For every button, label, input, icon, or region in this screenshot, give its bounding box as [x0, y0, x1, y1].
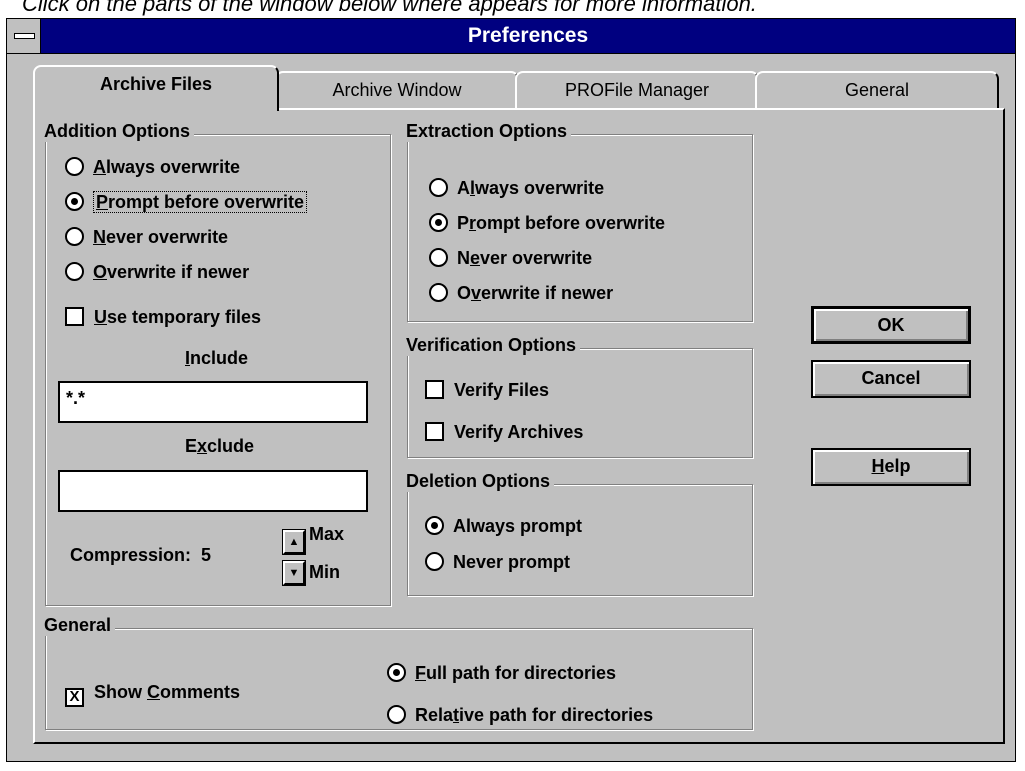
verify-archives-checkbox[interactable]: Verify Archives: [425, 420, 583, 444]
checkbox-icon: [425, 422, 444, 441]
deletion-options-group: Deletion Options: [406, 471, 753, 596]
checkbox-icon: [65, 307, 84, 326]
system-menu-icon[interactable]: [7, 19, 41, 53]
help-hint-text: Click on the parts of the window below w…: [22, 0, 757, 16]
radio-icon: [425, 552, 444, 571]
deletion-options-title: Deletion Options: [406, 471, 554, 492]
tab-archive-window[interactable]: Archive Window: [275, 71, 519, 109]
radio-icon: [65, 227, 84, 246]
radio-icon: [429, 283, 448, 302]
help-button[interactable]: Help: [811, 448, 971, 486]
addition-options-title: Addition Options: [44, 121, 194, 142]
tab-page-archive-files: Addition Options Always overwrite Prompt…: [33, 108, 1005, 744]
window-title: Preferences: [467, 24, 589, 47]
addition-prompt-before-overwrite-radio[interactable]: Prompt before overwrite: [65, 190, 308, 214]
compression-up-icon[interactable]: ▲: [282, 529, 306, 555]
exclude-label: Exclude: [185, 436, 255, 456]
addition-always-overwrite-radio[interactable]: Always overwrite: [65, 155, 240, 179]
verify-files-checkbox[interactable]: Verify Files: [425, 378, 549, 402]
compression-value: 5: [201, 545, 212, 565]
radio-selected-icon: [65, 192, 84, 211]
checkbox-checked-icon: X: [65, 688, 84, 707]
radio-selected-icon: [425, 516, 444, 535]
always-prompt-radio[interactable]: Always prompt: [425, 514, 582, 538]
compression-min-label: Min: [309, 562, 340, 582]
preferences-dialog: Preferences Archive Window PROFile Manag…: [6, 18, 1016, 762]
exclude-field[interactable]: [58, 470, 368, 512]
cancel-button[interactable]: Cancel: [811, 360, 971, 398]
radio-icon: [65, 262, 84, 281]
verification-options-title: Verification Options: [406, 335, 581, 356]
extraction-always-overwrite-radio[interactable]: Always overwrite: [429, 176, 604, 200]
radio-selected-icon: [429, 213, 448, 232]
include-label: Include: [185, 348, 249, 368]
radio-selected-icon: [387, 663, 406, 682]
checkbox-icon: [425, 380, 444, 399]
tab-general[interactable]: General: [755, 71, 999, 109]
compression-label: Compression: 5: [70, 545, 212, 565]
extraction-prompt-before-overwrite-radio[interactable]: Prompt before overwrite: [429, 211, 665, 235]
compression-down-icon[interactable]: ▼: [282, 560, 306, 586]
show-comments-checkbox[interactable]: X Show Comments: [65, 680, 240, 707]
radio-icon: [65, 157, 84, 176]
use-temporary-files-checkbox[interactable]: Use temporary files: [65, 305, 261, 329]
addition-never-overwrite-radio[interactable]: Never overwrite: [65, 225, 228, 249]
ok-button[interactable]: OK: [811, 306, 971, 344]
extraction-options-title: Extraction Options: [406, 121, 572, 142]
title-bar: Preferences: [7, 19, 1015, 54]
radio-icon: [429, 178, 448, 197]
never-prompt-radio[interactable]: Never prompt: [425, 550, 570, 574]
radio-icon: [387, 705, 406, 724]
general-title: General: [44, 615, 116, 636]
include-field[interactable]: *.*: [58, 381, 368, 423]
relative-path-radio[interactable]: Relative path for directories: [387, 703, 653, 727]
full-path-radio[interactable]: Full path for directories: [387, 661, 616, 685]
extraction-overwrite-if-newer-radio[interactable]: Overwrite if newer: [429, 281, 613, 305]
radio-icon: [429, 248, 448, 267]
compression-max-label: Max: [309, 524, 345, 544]
tab-profile-manager[interactable]: PROFile Manager: [515, 71, 759, 109]
tab-archive-files[interactable]: Archive Files: [33, 65, 279, 111]
extraction-never-overwrite-radio[interactable]: Never overwrite: [429, 246, 592, 270]
addition-overwrite-if-newer-radio[interactable]: Overwrite if newer: [65, 260, 249, 284]
